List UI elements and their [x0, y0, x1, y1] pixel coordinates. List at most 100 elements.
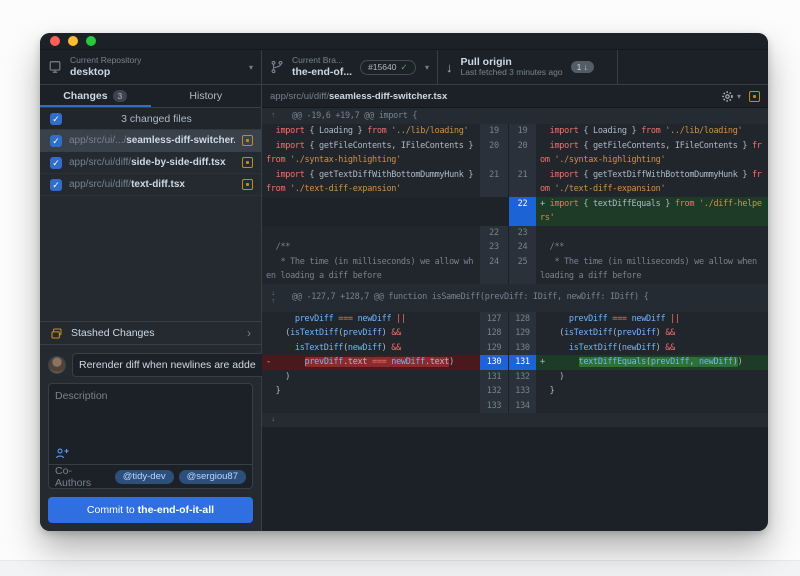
pull-origin-button[interactable]: ↓ Pull origin Last fetched 3 minutes ago…: [438, 50, 618, 84]
tab-history[interactable]: History: [151, 85, 262, 107]
expand-up-icon[interactable]: ↑: [271, 112, 274, 120]
coauthor-pill[interactable]: @sergiou87: [179, 470, 246, 484]
diff-row[interactable]: isTextDiff(newDiff) &&129130 isTextDiff(…: [262, 341, 768, 356]
commit-button[interactable]: Commit to the-end-of-it-all: [48, 497, 253, 523]
diff-left-cell[interactable]: prevDiff === newDiff ||: [262, 312, 480, 327]
old-line-number[interactable]: [480, 197, 508, 226]
add-coauthor-icon[interactable]: [55, 447, 70, 460]
file-include-checkbox[interactable]: ✓: [50, 179, 62, 191]
new-line-number[interactable]: 130: [508, 341, 536, 356]
diff-right-cell[interactable]: [536, 399, 768, 414]
old-line-number[interactable]: 23: [480, 240, 508, 255]
commit-summary-input[interactable]: Rerender diff when newlines are adde: [72, 353, 278, 377]
old-line-number[interactable]: 24: [480, 255, 508, 284]
diff-row[interactable]: import { Loading } from '../lib/loading'…: [262, 124, 768, 139]
old-line-number[interactable]: 19: [480, 124, 508, 139]
diff-row[interactable]: import { getFileContents, IFileContents …: [262, 139, 768, 168]
file-include-checkbox[interactable]: ✓: [50, 157, 62, 169]
pr-number-badge[interactable]: #15640 ✓: [360, 60, 416, 75]
diff-right-cell[interactable]: }: [536, 384, 768, 399]
new-line-number[interactable]: 20: [508, 139, 536, 168]
diff-left-cell[interactable]: [262, 399, 480, 414]
diff-right-cell[interactable]: import { Loading } from '../lib/loading': [536, 124, 768, 139]
diff-left-cell[interactable]: [262, 226, 480, 241]
coauthor-pill[interactable]: @tidy-dev: [115, 470, 174, 484]
new-line-number[interactable]: 129: [508, 326, 536, 341]
diff-row[interactable]: /**2324 /**: [262, 240, 768, 255]
diff-left-cell[interactable]: import { getTextDiffWithBottomDummyHunk …: [262, 168, 480, 197]
diff-right-cell[interactable]: ): [536, 370, 768, 385]
diff-left-cell[interactable]: import { Loading } from '../lib/loading': [262, 124, 480, 139]
new-line-number[interactable]: 23: [508, 226, 536, 241]
diff-row[interactable]: 2223: [262, 226, 768, 241]
diff-right-cell[interactable]: + import { textDiffEquals } from './diff…: [536, 197, 768, 226]
expand-up-icon[interactable]: ↑: [271, 298, 274, 306]
diff-left-cell[interactable]: /**: [262, 240, 480, 255]
old-line-number[interactable]: 128: [480, 326, 508, 341]
diff-row[interactable]: 22+ import { textDiffEquals } from './di…: [262, 197, 768, 226]
diff-right-cell[interactable]: (isTextDiff(prevDiff) &&: [536, 326, 768, 341]
diff-right-cell[interactable]: import { getFileContents, IFileContents …: [536, 139, 768, 168]
diff-left-cell[interactable]: ): [262, 370, 480, 385]
old-line-number[interactable]: 127: [480, 312, 508, 327]
diff-options-button[interactable]: ▾: [721, 90, 741, 103]
current-branch-button[interactable]: Current Bra... the-end-of... #15640 ✓ ▾: [262, 50, 438, 84]
tab-changes[interactable]: Changes 3: [40, 85, 151, 107]
new-line-number[interactable]: 128: [508, 312, 536, 327]
new-line-number[interactable]: 21: [508, 168, 536, 197]
diff-right-cell[interactable]: import { getTextDiffWithBottomDummyHunk …: [536, 168, 768, 197]
expand-down-icon[interactable]: ↓: [271, 416, 274, 424]
diff-row[interactable]: }132133 }: [262, 384, 768, 399]
diff-left-cell[interactable]: import { getFileContents, IFileContents …: [262, 139, 480, 168]
commit-description-input[interactable]: Description: [49, 384, 252, 442]
old-line-number[interactable]: 21: [480, 168, 508, 197]
file-row[interactable]: ✓app/src/ui/diff/text-diff.tsx: [40, 174, 261, 196]
new-line-number[interactable]: 133: [508, 384, 536, 399]
diff-row[interactable]: 133134: [262, 399, 768, 414]
diff-left-cell[interactable]: - prevDiff.text === newDiff.text): [262, 355, 480, 370]
diff-left-cell[interactable]: (isTextDiff(prevDiff) &&: [262, 326, 480, 341]
zoom-window-button[interactable]: [86, 36, 96, 46]
old-line-number[interactable]: 131: [480, 370, 508, 385]
diff-left-cell[interactable]: }: [262, 384, 480, 399]
file-include-checkbox[interactable]: ✓: [50, 135, 62, 147]
new-line-number[interactable]: 25: [508, 255, 536, 284]
new-line-number[interactable]: 131: [508, 355, 536, 370]
file-row[interactable]: ✓app/src/ui/.../seamless-diff-switcher.t…: [40, 130, 261, 152]
diff-row[interactable]: )131132 ): [262, 370, 768, 385]
diff-right-cell[interactable]: * The time (in milliseconds) we allow wh…: [536, 255, 768, 284]
new-line-number[interactable]: 134: [508, 399, 536, 414]
diff-right-cell[interactable]: /**: [536, 240, 768, 255]
old-line-number[interactable]: 20: [480, 139, 508, 168]
diff-left-cell[interactable]: isTextDiff(newDiff) &&: [262, 341, 480, 356]
stashed-changes-row[interactable]: Stashed Changes ›: [40, 321, 261, 345]
diff-right-cell[interactable]: isTextDiff(newDiff) &&: [536, 341, 768, 356]
diff-right-cell[interactable]: prevDiff === newDiff ||: [536, 312, 768, 327]
new-line-number[interactable]: 132: [508, 370, 536, 385]
new-line-number[interactable]: 24: [508, 240, 536, 255]
old-line-number[interactable]: 133: [480, 399, 508, 414]
close-window-button[interactable]: [50, 36, 60, 46]
old-line-number[interactable]: 132: [480, 384, 508, 399]
diff-row[interactable]: (isTextDiff(prevDiff) &&128129 (isTextDi…: [262, 326, 768, 341]
expand-down-icon[interactable]: ↓: [271, 290, 274, 298]
diff-right-cell[interactable]: + textDiffEquals(prevDiff, newDiff)): [536, 355, 768, 370]
diff-row[interactable]: import { getTextDiffWithBottomDummyHunk …: [262, 168, 768, 197]
diff-row[interactable]: - prevDiff.text === newDiff.text)130131+…: [262, 355, 768, 370]
diff-right-cell[interactable]: [536, 226, 768, 241]
diff-left-cell[interactable]: * The time (in milliseconds) we allow wh…: [262, 255, 480, 284]
file-row[interactable]: ✓app/src/ui/diff/side-by-side-diff.tsx: [40, 152, 261, 174]
minimize-window-button[interactable]: [68, 36, 78, 46]
old-line-number[interactable]: 129: [480, 341, 508, 356]
stashed-changes-label: Stashed Changes: [71, 327, 239, 339]
new-line-number[interactable]: 19: [508, 124, 536, 139]
new-line-number[interactable]: 22: [508, 197, 536, 226]
diff-left-cell[interactable]: [262, 197, 480, 226]
diff-row[interactable]: prevDiff === newDiff ||127128 prevDiff =…: [262, 312, 768, 327]
current-repository-button[interactable]: Current Repository desktop ▾: [40, 50, 262, 84]
diff-row[interactable]: * The time (in milliseconds) we allow wh…: [262, 255, 768, 284]
old-line-number[interactable]: 130: [480, 355, 508, 370]
tab-history-label: History: [189, 90, 222, 102]
select-all-checkbox[interactable]: ✓: [50, 113, 62, 125]
old-line-number[interactable]: 22: [480, 226, 508, 241]
